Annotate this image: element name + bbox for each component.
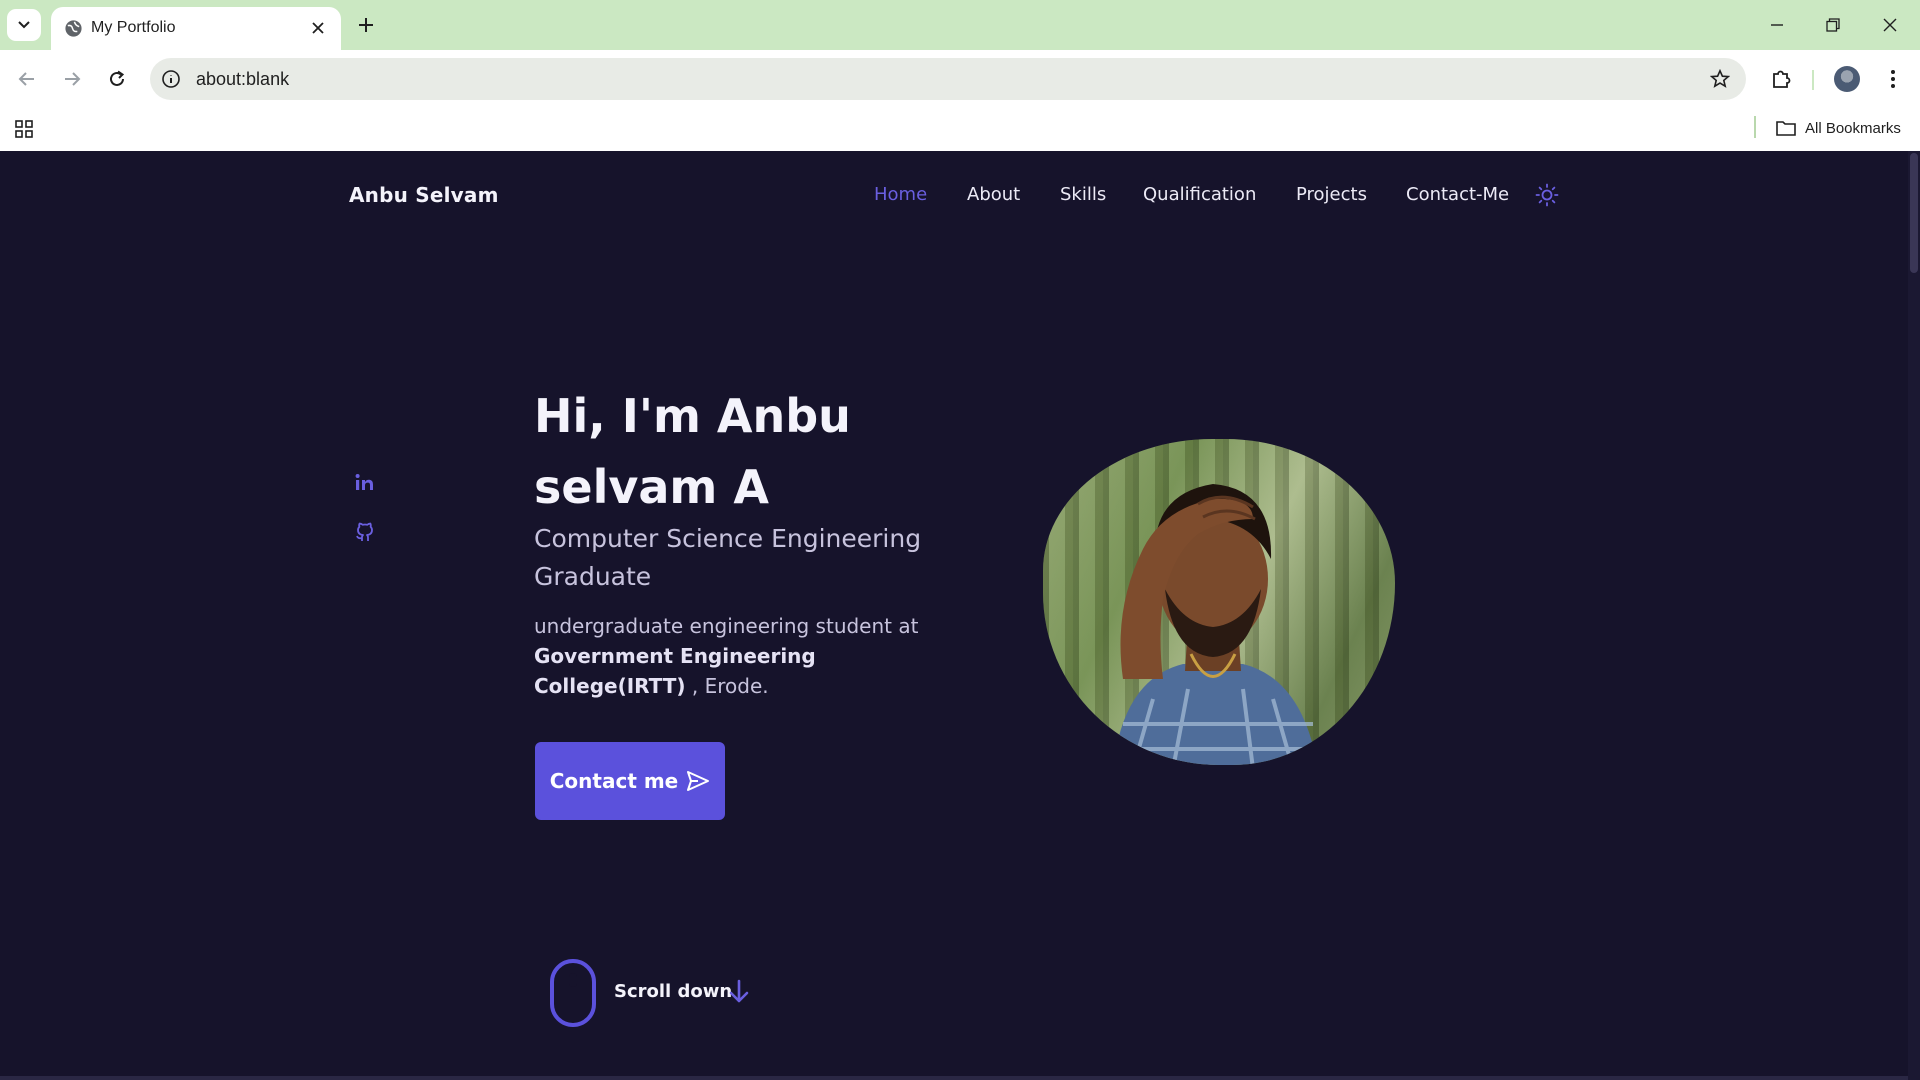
back-button[interactable] [10, 62, 44, 96]
hero-description: undergraduate engineering student at Gove… [534, 611, 974, 701]
mouse-icon [550, 959, 596, 1027]
tab-search-button[interactable] [7, 9, 41, 41]
nav-qualification[interactable]: Qualification [1143, 184, 1256, 205]
chevron-down-icon [18, 21, 30, 29]
arrow-down-icon [729, 979, 749, 1003]
send-icon [687, 771, 710, 791]
star-icon [1710, 69, 1730, 88]
tab-strip: My Portfolio [0, 0, 1920, 50]
hero-title: Hi, I'm Anbu selvam A [534, 389, 851, 514]
nav-skills[interactable]: Skills [1060, 184, 1106, 205]
scroll-down-link[interactable]: Scroll down [614, 981, 732, 1002]
more-vert-icon [1891, 70, 1895, 88]
toolbar-separator [1812, 70, 1814, 90]
reload-button[interactable] [100, 62, 134, 96]
apps-grid-icon [15, 120, 33, 138]
all-bookmarks-button[interactable]: All Bookmarks [1776, 114, 1901, 142]
nav-contact-me[interactable]: Contact-Me [1406, 184, 1509, 205]
new-tab-button[interactable] [352, 11, 380, 39]
bookmarks-bar: All Bookmarks [0, 108, 1920, 151]
folder-icon [1776, 121, 1796, 136]
hero-desc-college: Government Engineering College(IRTT) [534, 644, 816, 698]
avatar [1834, 66, 1860, 92]
brand-logo[interactable]: Anbu Selvam [349, 183, 499, 207]
linkedin-icon [355, 474, 373, 490]
restore-button[interactable] [1813, 8, 1853, 42]
profile-button[interactable] [1830, 62, 1864, 96]
hero-subtitle: Computer Science Engineering Graduate [534, 524, 922, 591]
hero-desc-prefix: undergraduate engineering student at [534, 614, 919, 638]
page-viewport: Anbu Selvam Home About Skills Qualificat… [0, 151, 1920, 1080]
bookmarks-separator [1754, 116, 1756, 138]
tab-close-button[interactable] [307, 17, 329, 39]
profile-photo [1043, 439, 1395, 765]
minimize-button[interactable] [1757, 8, 1797, 42]
tab-title: My Portfolio [91, 19, 176, 36]
close-icon [312, 22, 324, 34]
puzzle-icon [1773, 70, 1791, 88]
all-bookmarks-label: All Bookmarks [1805, 119, 1901, 137]
browser-tab[interactable]: My Portfolio [51, 7, 341, 50]
apps-button[interactable] [12, 117, 36, 141]
plus-icon [359, 18, 373, 32]
address-bar[interactable]: about:blank [150, 58, 1746, 100]
browser-toolbar: about:blank [0, 50, 1920, 108]
github-link[interactable] [353, 520, 377, 544]
mouse-wheel [569, 973, 577, 987]
reload-icon [110, 70, 125, 86]
contact-me-button[interactable]: Contact me [535, 742, 725, 820]
extensions-button[interactable] [1764, 62, 1798, 96]
linkedin-link[interactable] [353, 470, 377, 494]
close-icon [1883, 18, 1897, 32]
site-info-icon[interactable] [160, 68, 182, 90]
bookmark-star-button[interactable] [1708, 67, 1732, 91]
globe-icon [65, 20, 82, 37]
nav-about[interactable]: About [967, 184, 1020, 205]
restore-icon [1826, 18, 1840, 32]
person-illustration [1113, 484, 1318, 765]
arrow-right-icon [65, 72, 81, 86]
menu-button[interactable] [1876, 62, 1910, 96]
horizontal-scroll-track [0, 1076, 1908, 1080]
theme-toggle-button[interactable] [1534, 182, 1560, 208]
nav-home[interactable]: Home [874, 184, 927, 205]
sun-icon [1535, 183, 1559, 207]
hero-desc-suffix: , Erode. [685, 674, 769, 698]
arrow-left-icon [18, 72, 34, 86]
contact-me-label: Contact me [549, 769, 679, 793]
minimize-icon [1771, 24, 1783, 26]
page-scrollbar[interactable] [1908, 151, 1920, 1080]
close-window-button[interactable] [1870, 8, 1910, 42]
github-icon [356, 522, 373, 541]
scrollbar-thumb[interactable] [1910, 153, 1918, 273]
url-text: about:blank [196, 69, 290, 89]
nav-projects[interactable]: Projects [1296, 184, 1367, 205]
forward-button[interactable] [55, 62, 89, 96]
